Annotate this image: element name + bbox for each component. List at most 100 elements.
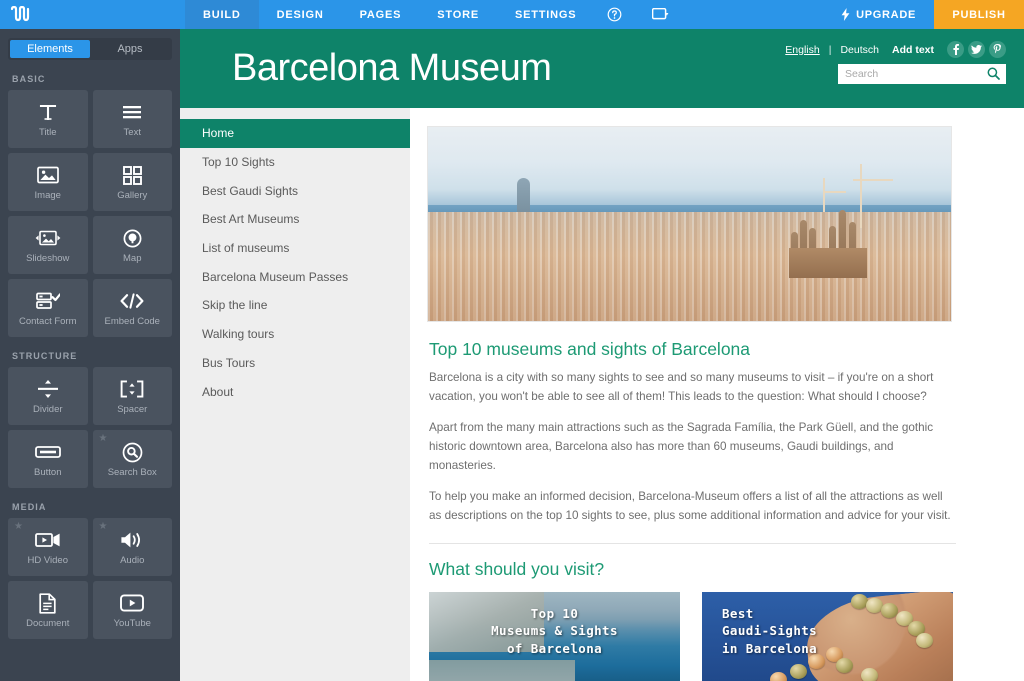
panel-tab-apps-label: Apps (117, 43, 143, 55)
element-tile-gallery-label: Gallery (117, 190, 148, 201)
panel-tab-group: Elements Apps (8, 38, 172, 60)
map-pin-icon (123, 226, 142, 250)
site-nav-item-barcelona-museum-passes[interactable]: Barcelona Museum Passes (180, 262, 410, 291)
facebook-icon[interactable] (947, 41, 964, 58)
weebly-logo-icon[interactable] (0, 0, 40, 29)
card-caption-line: Gaudi-Sights (722, 623, 818, 639)
tab-build[interactable]: BUILD (185, 0, 259, 29)
premium-star-icon: ★ (98, 521, 108, 532)
tab-design[interactable]: DESIGN (259, 0, 342, 29)
language-separator: | (828, 43, 832, 56)
hd-video-icon (34, 528, 61, 552)
content-card-row: Top 10 Museums & Sights of Barcelona Bes… (429, 591, 1004, 681)
upgrade-button[interactable]: UPGRADE (823, 0, 934, 29)
site-nav-item-best-gaudi-sights[interactable]: Best Gaudi Sights (180, 176, 410, 205)
element-tile-slideshow[interactable]: Slideshow (8, 216, 88, 274)
site-nav-item-best-art-museums[interactable]: Best Art Museums (180, 205, 410, 234)
construction-crane (823, 178, 826, 213)
element-tile-text[interactable]: Text (92, 90, 172, 148)
section-basic-tiles: Title Text Image Gallery Slideshow Map C… (8, 90, 172, 337)
element-tile-hd-video-label: HD Video (27, 555, 69, 566)
element-tile-button[interactable]: Button (8, 430, 88, 488)
tab-settings[interactable]: SETTINGS (497, 0, 594, 29)
site-nav-item-home[interactable]: Home (180, 119, 410, 148)
best-gaudi-card[interactable]: Best Gaudi-Sights in Barcelona (702, 591, 953, 681)
language-link-deutsch[interactable]: Deutsch (840, 44, 879, 56)
content-heading-1: Top 10 museums and sights of Barcelona (429, 339, 751, 359)
help-circle-icon[interactable] (594, 0, 634, 29)
site-search-box[interactable] (838, 64, 1006, 84)
tab-build-label: BUILD (203, 8, 241, 21)
mosaic-bead (835, 658, 853, 674)
element-tile-spacer[interactable]: Spacer (92, 367, 172, 425)
element-tile-search-box[interactable]: ★ Search Box (92, 430, 172, 488)
element-tile-audio[interactable]: ★ Audio (92, 518, 172, 576)
add-text-button[interactable]: Add text (892, 44, 934, 56)
pinterest-icon[interactable] (989, 41, 1006, 58)
publish-button[interactable]: PUBLISH (934, 0, 1024, 29)
youtube-icon (120, 591, 145, 615)
element-tile-image-label: Image (34, 190, 61, 201)
document-icon (39, 591, 56, 615)
element-tile-image[interactable]: Image (8, 153, 88, 211)
site-nav-item-walking-tours[interactable]: Walking tours (180, 320, 410, 349)
best-gaudi-card-caption: Best Gaudi-Sights in Barcelona (702, 605, 953, 658)
site-title[interactable]: Barcelona Museum (232, 47, 552, 90)
search-icon[interactable] (987, 67, 1000, 85)
tab-pages[interactable]: PAGES (342, 0, 420, 29)
element-tile-map-label: Map (123, 253, 142, 264)
hero-image-barcelona-skyline[interactable] (427, 126, 952, 322)
topbar-left-spacer (40, 0, 185, 29)
element-tile-map[interactable]: Map (92, 216, 172, 274)
element-tile-document-label: Document (26, 618, 70, 629)
element-tile-audio-label: Audio (120, 555, 145, 566)
search-input[interactable] (838, 64, 1006, 84)
element-tile-contact-form[interactable]: Contact Form (8, 279, 88, 337)
tab-pages-label: PAGES (359, 8, 402, 21)
element-tile-youtube[interactable]: YouTube (92, 581, 172, 639)
tab-store-label: STORE (437, 8, 479, 21)
element-tile-slideshow-label: Slideshow (26, 253, 70, 264)
tab-store[interactable]: STORE (419, 0, 497, 29)
site-nav-item-bus-tours[interactable]: Bus Tours (180, 349, 410, 378)
site-nav-item-about[interactable]: About (180, 377, 410, 406)
topbar-flex-spacer (686, 0, 823, 29)
site-header-links: English | Deutsch Add text (785, 41, 1006, 58)
content-paragraph: To help you make an informed decision, B… (429, 489, 951, 522)
content-paragraph: Apart from the many main attractions suc… (429, 420, 934, 472)
element-tile-gallery[interactable]: Gallery (92, 153, 172, 211)
embed-code-icon (120, 289, 144, 313)
card-caption-line: Best (722, 605, 754, 621)
mosaic-bead (790, 664, 808, 680)
image-icon (36, 163, 59, 187)
element-tile-title-label: Title (38, 127, 57, 138)
element-tile-document[interactable]: Document (8, 581, 88, 639)
content-divider (429, 542, 956, 544)
element-tile-embed-code[interactable]: Embed Code (92, 279, 172, 337)
text-lines-icon (122, 100, 142, 124)
element-tile-title[interactable]: Title (8, 90, 88, 148)
top-10-card[interactable]: Top 10 Museums & Sights of Barcelona (429, 591, 680, 681)
panel-tab-elements[interactable]: Elements (10, 40, 90, 58)
element-tile-divider[interactable]: Divider (8, 367, 88, 425)
top-10-card-caption: Top 10 Museums & Sights of Barcelona (429, 605, 680, 658)
card-landscape-shape (429, 660, 575, 681)
element-tile-embed-code-label: Embed Code (104, 316, 160, 327)
site-body: Home Top 10 Sights Best Gaudi Sights Bes… (180, 108, 1024, 681)
content-heading-2: What should you visit? (429, 558, 605, 579)
desktop-device-icon[interactable] (634, 0, 686, 29)
site-nav-item-list-of-museums[interactable]: List of museums (180, 234, 410, 263)
site-nav-label: Home (202, 126, 235, 141)
site-nav-item-skip-the-line[interactable]: Skip the line (180, 291, 410, 320)
twitter-icon[interactable] (968, 41, 985, 58)
panel-tab-apps[interactable]: Apps (90, 40, 170, 58)
section-title-structure: STRUCTURE (12, 351, 78, 361)
element-tile-youtube-label: YouTube (113, 618, 151, 629)
language-link-english[interactable]: English (785, 44, 819, 56)
slideshow-icon (35, 226, 61, 250)
element-tile-hd-video[interactable]: ★ HD Video (8, 518, 88, 576)
site-nav-item-top-10-sights[interactable]: Top 10 Sights (180, 148, 410, 177)
element-tile-divider-label: Divider (32, 404, 63, 415)
hero-cityscape (428, 212, 951, 321)
elements-panel: Elements Apps BASIC Title Text Image Gal… (0, 29, 180, 681)
